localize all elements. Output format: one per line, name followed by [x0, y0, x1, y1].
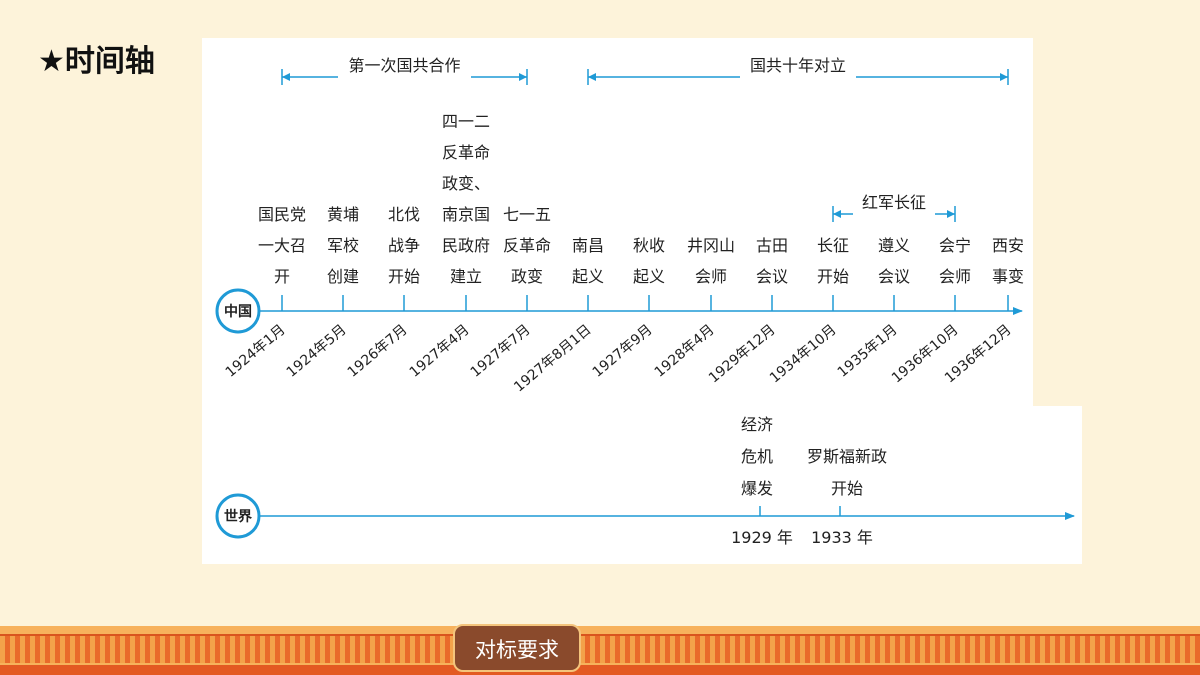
china-event-label: 北伐 [388, 205, 420, 224]
china-event-label: 开始 [817, 267, 849, 286]
china-event-label: 起义 [572, 267, 604, 286]
china-event-label: 事变 [992, 267, 1024, 286]
footer-decoration [0, 626, 1200, 675]
china-event-label: 遵义 [878, 236, 910, 255]
china-event-label: 会师 [695, 267, 727, 286]
china-event-label: 战争 [388, 236, 420, 255]
china-event-label: 古田 [756, 236, 788, 255]
world-event-label: 经济 [741, 415, 773, 434]
china-event-label: 西安 [992, 236, 1024, 255]
period-arrow-right [947, 210, 955, 218]
china-event-label: 黄埔 [327, 205, 359, 224]
china-date-label: 1927年4月 [407, 322, 473, 381]
china-date-label: 1929年12月 [706, 322, 779, 387]
china-event-label: 一大召 [258, 236, 306, 255]
footer-badge: 对标要求 [453, 624, 581, 672]
period-label: 第一次国共合作 [348, 56, 460, 75]
china-event-label: 开始 [388, 267, 420, 286]
china-event-label: 开 [274, 267, 290, 286]
period-arrow-right [519, 73, 527, 81]
china-event-label: 井冈山 [687, 236, 735, 255]
china-event-label: 政变 [511, 267, 543, 286]
china-event-label: 会宁 [939, 236, 971, 255]
period-arrow-left [282, 73, 290, 81]
china-event-label: 反革命 [503, 236, 551, 255]
china-event-label: 会议 [878, 267, 910, 286]
china-event-label: 创建 [327, 267, 359, 286]
period-label: 红军长征 [862, 193, 926, 212]
china-event-label: 会议 [756, 267, 788, 286]
china-event-label: 民政府 [442, 236, 490, 255]
period-label: 国共十年对立 [750, 56, 846, 75]
world-event-label: 爆发 [741, 479, 773, 498]
timeline-diagram: 中国国民党一大召开1924年1月黄埔军校创建1924年5月北伐战争开始1926年… [215, 56, 1075, 547]
china-badge-label: 中国 [224, 303, 252, 320]
china-event-label: 南京国 [442, 205, 490, 224]
china-event-label: 七一五 [503, 205, 551, 224]
period-arrow-left [588, 73, 596, 81]
period-arrow-left [833, 210, 841, 218]
china-event-label: 军校 [327, 236, 359, 255]
world-event-label: 开始 [831, 479, 863, 498]
china-event-label: 长征 [817, 236, 849, 255]
china-event-label: 会师 [939, 267, 971, 286]
china-event-label: 四一二 [442, 112, 490, 131]
china-event-label: 国民党 [258, 205, 306, 224]
china-event-label: 政变、 [442, 174, 490, 193]
world-date-label: 1933 年 [811, 528, 873, 547]
china-event-label: 起义 [633, 267, 665, 286]
period-arrow-right [1000, 73, 1008, 81]
world-date-label: 1929 年 [731, 528, 793, 547]
world-timeline: 世界 经济危机爆发 1929 年 罗斯福新政开始 1933 年 [215, 415, 1075, 547]
china-event-label: 南昌 [572, 236, 604, 255]
china-date-label: 1927年9月 [590, 322, 656, 381]
world-event-label: 罗斯福新政 [807, 447, 887, 466]
china-event-label: 秋收 [633, 236, 665, 255]
world-badge-label: 世界 [224, 508, 253, 525]
china-date-label: 1924年5月 [284, 322, 350, 381]
china-event-label: 建立 [450, 267, 482, 286]
china-event-label: 反革命 [442, 143, 490, 162]
china-timeline: 中国国民党一大召开1924年1月黄埔军校创建1924年5月北伐战争开始1926年… [215, 56, 1024, 395]
china-date-label: 1926年7月 [345, 322, 411, 381]
world-event-label: 危机 [741, 447, 773, 466]
china-date-label: 1934年10月 [767, 322, 840, 387]
